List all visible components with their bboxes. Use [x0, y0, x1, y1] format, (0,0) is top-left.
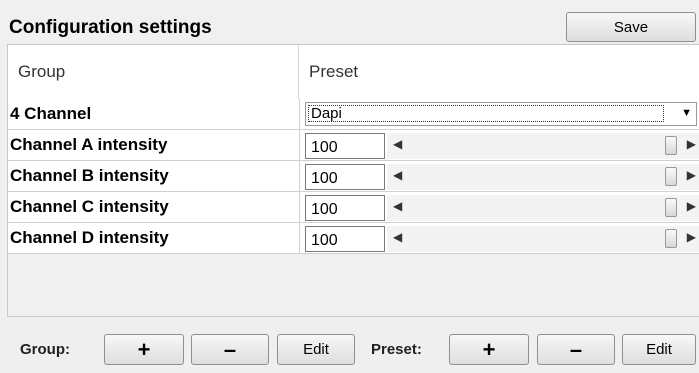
edit-group-button[interactable]: Edit [277, 334, 355, 365]
arrow-right-icon[interactable]: ▶ [687, 137, 696, 151]
intensity-slider[interactable]: ◀ ▶ [387, 195, 699, 221]
header: Configuration settings Save [0, 0, 699, 44]
table-row: Channel C intensity 100 ◀ ▶ [8, 192, 699, 223]
cell-divider [299, 161, 300, 191]
arrow-left-icon[interactable]: ◀ [393, 230, 402, 244]
row-label: 4 Channel [10, 104, 92, 123]
table-row: Channel A intensity 100 ◀ ▶ [8, 130, 699, 161]
intensity-field[interactable]: 100 [305, 133, 385, 159]
slider-thumb[interactable] [665, 167, 677, 186]
arrow-right-icon[interactable]: ▶ [687, 168, 696, 182]
arrow-left-icon[interactable]: ◀ [393, 137, 402, 151]
slider-thumb[interactable] [665, 136, 677, 155]
row-label: Channel C intensity [10, 197, 169, 216]
arrow-right-icon[interactable]: ▶ [687, 230, 696, 244]
cell-divider [299, 130, 300, 160]
arrow-left-icon[interactable]: ◀ [393, 168, 402, 182]
intensity-slider[interactable]: ◀ ▶ [387, 164, 699, 190]
intensity-slider[interactable]: ◀ ▶ [387, 133, 699, 159]
arrow-left-icon[interactable]: ◀ [393, 199, 402, 213]
intensity-field[interactable]: 100 [305, 195, 385, 221]
preset-dropdown-value: Dapi [308, 105, 664, 122]
intensity-field[interactable]: 100 [305, 226, 385, 252]
cell-divider [299, 99, 300, 129]
table-row-preset: 4 Channel Dapi ▼ [8, 99, 699, 130]
row-label: Channel B intensity [10, 166, 169, 185]
column-header-group[interactable]: Group [8, 45, 299, 99]
table-row: Channel B intensity 100 ◀ ▶ [8, 161, 699, 192]
preset-label: Preset: [371, 341, 422, 358]
remove-preset-button[interactable]: – [537, 334, 615, 365]
cell-divider [299, 192, 300, 222]
preset-dropdown[interactable]: Dapi ▼ [305, 102, 697, 126]
slider-thumb[interactable] [665, 198, 677, 217]
remove-group-button[interactable]: – [191, 334, 269, 365]
save-button[interactable]: Save [566, 12, 696, 42]
row-label: Channel A intensity [10, 135, 168, 154]
row-label: Channel D intensity [10, 228, 169, 247]
intensity-field[interactable]: 100 [305, 164, 385, 190]
group-label: Group: [20, 341, 70, 358]
arrow-right-icon[interactable]: ▶ [687, 199, 696, 213]
edit-preset-button[interactable]: Edit [622, 334, 696, 365]
add-preset-button[interactable]: + [449, 334, 529, 365]
add-group-button[interactable]: + [104, 334, 184, 365]
page-title: Configuration settings [9, 17, 212, 38]
cell-divider [299, 223, 300, 253]
column-header-preset[interactable]: Preset [299, 45, 699, 99]
intensity-slider[interactable]: ◀ ▶ [387, 226, 699, 252]
table-row: Channel D intensity 100 ◀ ▶ [8, 223, 699, 254]
settings-table: Group Preset 4 Channel Dapi ▼ Channel A … [7, 44, 699, 317]
chevron-down-icon[interactable]: ▼ [681, 107, 692, 119]
slider-thumb[interactable] [665, 229, 677, 248]
